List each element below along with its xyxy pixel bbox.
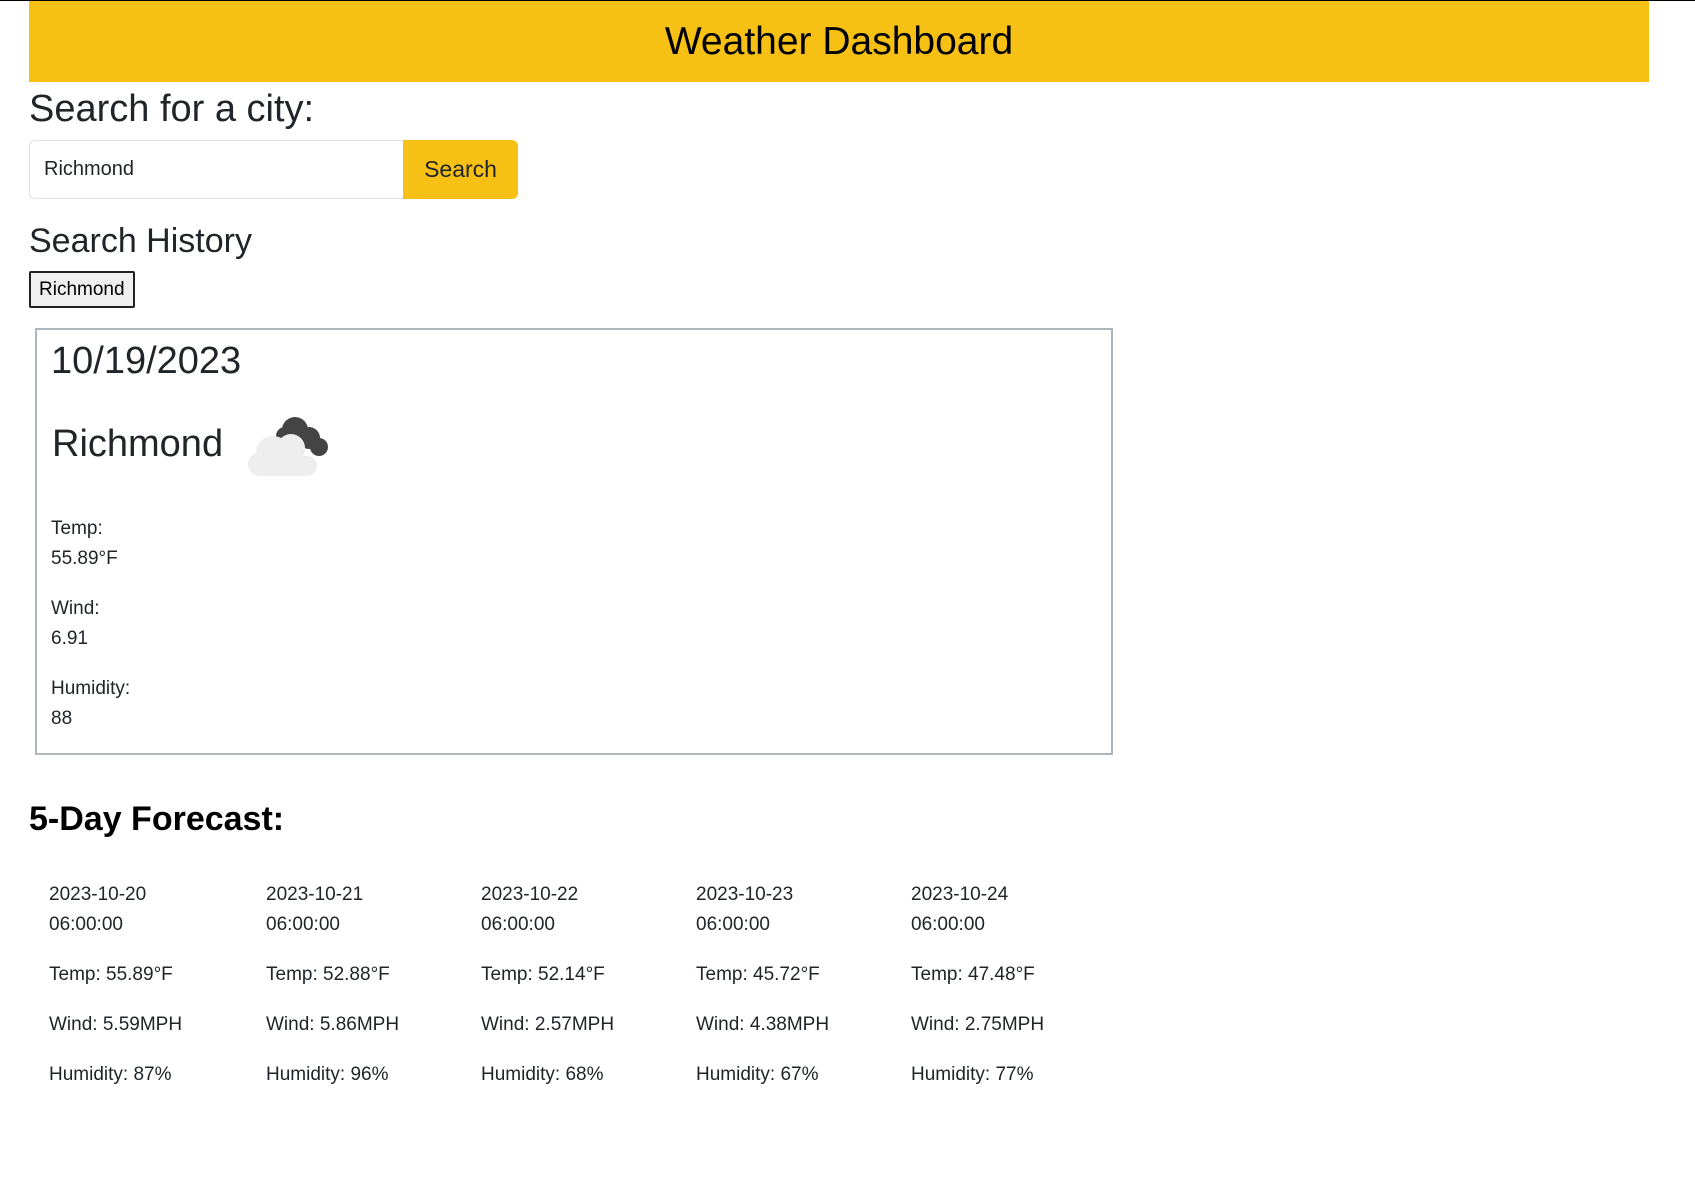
current-wind-value: 6.91 (51, 628, 88, 649)
current-city: Richmond (52, 423, 224, 465)
current-city-row: Richmond (52, 408, 335, 480)
app-title: Weather Dashboard (664, 19, 1014, 63)
cloud-icon (248, 417, 329, 476)
forecast-time: 06:00:00 (696, 914, 770, 935)
current-wind-label: Wind: (51, 598, 100, 619)
forecast-date: 2023-10-24 (911, 884, 1009, 905)
forecast-humidity: Humidity: 87% (49, 1064, 172, 1085)
current-temp-value: 55.89°F (51, 548, 118, 569)
current-date: 10/19/2023 (51, 340, 242, 382)
search-heading: Search for a city: (29, 88, 315, 130)
forecast-date: 2023-10-20 (49, 884, 147, 905)
forecast-temp: Temp: 55.89°F (49, 964, 173, 985)
forecast-time: 06:00:00 (49, 914, 123, 935)
forecast-humidity: Humidity: 77% (911, 1064, 1034, 1085)
forecast-temp: Temp: 52.14°F (481, 964, 605, 985)
forecast-wind: Wind: 5.59MPH (49, 1014, 183, 1035)
forecast-time: 06:00:00 (911, 914, 985, 935)
forecast-date: 2023-10-23 (696, 884, 794, 905)
forecast-wind: Wind: 4.38MPH (696, 1014, 830, 1035)
forecast-humidity: Humidity: 67% (696, 1064, 819, 1085)
forecast-date: 2023-10-22 (481, 884, 579, 905)
current-humidity-label: Humidity: (51, 678, 131, 699)
current-temp-label: Temp: (51, 518, 103, 539)
current-weather-card: 10/19/2023 Richmond Temp: 55.89°F Wind: … (35, 328, 1113, 755)
forecast-time: 06:00:00 (266, 914, 340, 935)
forecast-humidity: Humidity: 96% (266, 1064, 389, 1085)
forecast-time: 06:00:00 (481, 914, 555, 935)
forecast-wind: Wind: 2.57MPH (481, 1014, 615, 1035)
current-humidity-value: 88 (51, 708, 73, 729)
forecast-date: 2023-10-21 (266, 884, 364, 905)
search-form: Search (29, 140, 518, 199)
app-header: Weather Dashboard (29, 1, 1649, 82)
forecast-humidity: Humidity: 68% (481, 1064, 604, 1085)
forecast-temp: Temp: 47.48°F (911, 964, 1035, 985)
search-button[interactable]: Search (403, 140, 518, 199)
city-search-input[interactable] (29, 140, 403, 199)
forecast-wind: Wind: 2.75MPH (911, 1014, 1045, 1035)
forecast-temp: Temp: 52.88°F (266, 964, 390, 985)
forecast-heading: 5-Day Forecast: (29, 800, 285, 838)
forecast-temp: Temp: 45.72°F (696, 964, 820, 985)
history-item-richmond[interactable]: Richmond (29, 271, 135, 308)
forecast-wind: Wind: 5.86MPH (266, 1014, 400, 1035)
search-history-heading: Search History (29, 222, 252, 260)
